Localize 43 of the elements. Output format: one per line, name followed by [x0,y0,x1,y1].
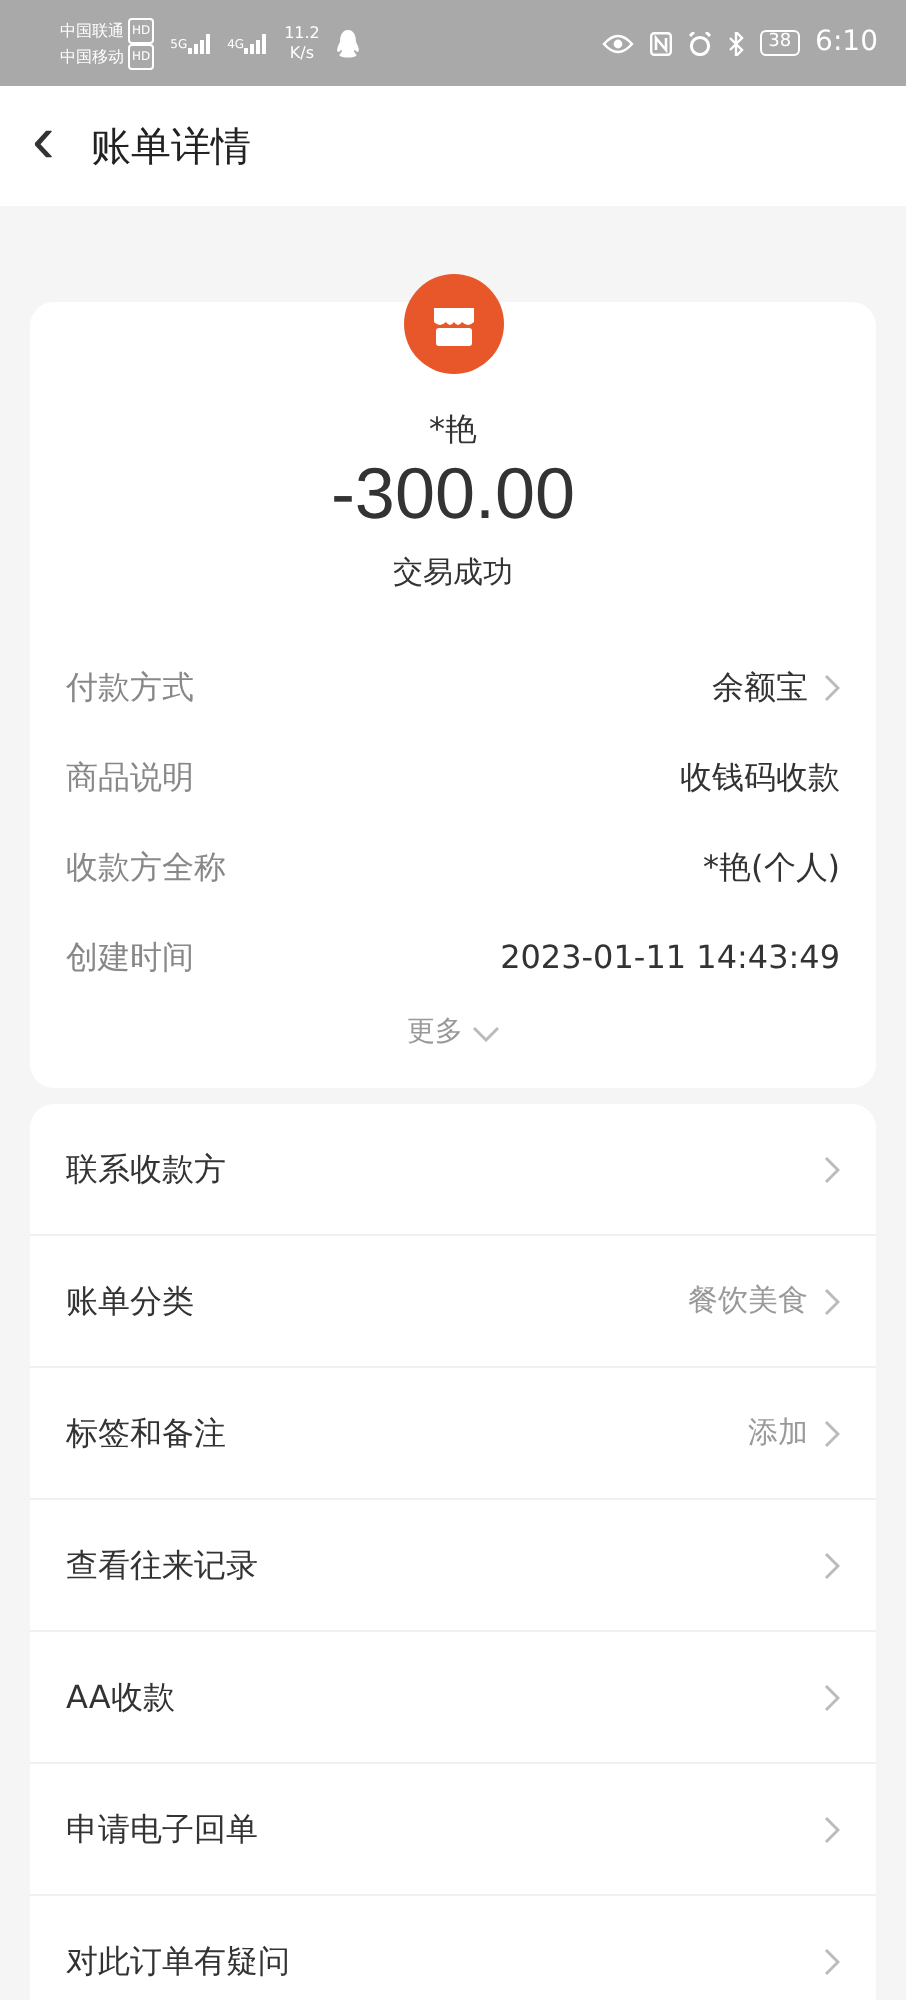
qq-icon [335,29,360,57]
action-label: 申请电子回单 [66,1807,258,1852]
back-button[interactable]: ‹ [0,106,75,186]
detail-label: 付款方式 [66,665,194,710]
carrier-name: 中国联通 [60,19,124,41]
clock-time: 6:10 [815,24,878,62]
action-row[interactable]: 标签和备注 添加 [30,1368,876,1501]
action-label: 标签和备注 [66,1411,226,1456]
action-row[interactable]: 查看往来记录 [30,1500,876,1633]
bluetooth-icon [728,31,745,55]
eye-icon [602,33,635,53]
detail-label: 商品说明 [66,755,194,800]
amount: -300.00 [330,454,576,534]
detail-value: 余额宝 [712,665,808,710]
page-title: 账单详情 [90,120,251,174]
detail-label: 收款方全称 [66,845,226,890]
battery-level: 38 [760,30,800,56]
action-row[interactable]: 账单分类 餐饮美食 [30,1236,876,1369]
nfc-icon [650,31,673,55]
action-row[interactable]: 申请电子回单 [30,1764,876,1897]
network-speed: 11.2 [284,23,320,43]
speed-unit: K/s [287,43,317,63]
action-label: 联系收款方 [66,1147,226,1192]
action-value: 餐饮美食 [688,1280,808,1323]
action-row[interactable]: AA收款 [30,1632,876,1765]
action-row[interactable]: 联系收款方 [30,1104,876,1237]
action-value: 添加 [748,1412,808,1455]
signal-icon [187,33,212,53]
signal-icon [244,33,269,53]
payee-name: *艳 [429,408,477,452]
action-label: 查看往来记录 [66,1543,258,1588]
action-label: 账单分类 [66,1279,194,1324]
detail-value: 2023-01-11 14:43:49 [500,935,840,980]
action-label: 对此订单有疑问 [66,1939,290,1984]
transaction-status: 交易成功 [393,551,513,594]
detail-label: 创建时间 [66,935,194,980]
action-label: AA收款 [66,1675,175,1720]
carrier-name: 中国移动 [60,45,124,67]
alarm-icon [688,31,713,55]
detail-value: 收钱码收款 [680,755,840,800]
detail-value: *艳(个人) [703,845,840,890]
action-row[interactable]: 对此订单有疑问 [30,1896,876,2000]
chevron-down-icon [471,1025,499,1042]
